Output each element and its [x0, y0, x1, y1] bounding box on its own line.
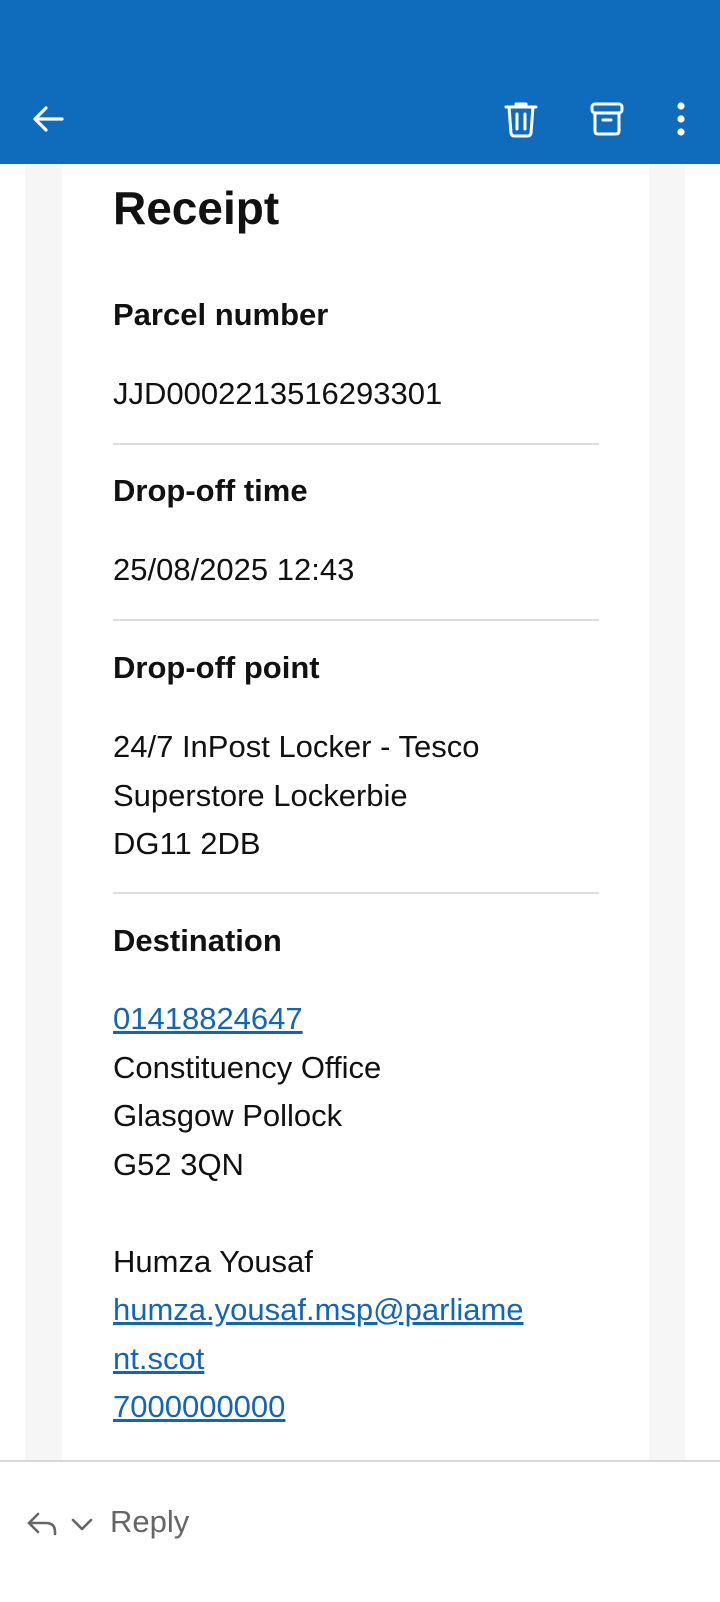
divider: [113, 619, 599, 621]
email-line: nt.scot: [113, 1340, 205, 1376]
address-line: Superstore Lockerbie: [113, 777, 408, 813]
more-vertical-icon: [677, 102, 685, 136]
archive-icon: [590, 102, 624, 136]
drop-off-time-value: 25/08/2025 12:43: [113, 552, 355, 587]
recipient-phone-link[interactable]: 7000000000: [113, 1383, 599, 1432]
receipt-title: Receipt: [113, 182, 280, 234]
delete-button[interactable]: [493, 91, 549, 147]
destination-phone-link[interactable]: 01418824647: [113, 995, 599, 1044]
message-body[interactable]: Receipt Parcel number JJD000221351629330…: [0, 164, 720, 1460]
parcel-number-value: JJD0002213516293301: [113, 376, 443, 411]
archive-button[interactable]: [579, 91, 635, 147]
parcel-number-label: Parcel number: [113, 297, 329, 332]
divider: [113, 892, 599, 894]
recipient-name: Humza Yousaf: [113, 1243, 313, 1279]
address-line: Glasgow Pollock: [113, 1098, 343, 1133]
reply-bar: Reply: [0, 1460, 720, 1602]
reply-button[interactable]: Reply: [110, 1502, 189, 1542]
destination-label: Destination: [113, 923, 282, 958]
trash-icon: [504, 102, 538, 138]
more-options-button[interactable]: [653, 91, 709, 147]
app-bar: [0, 0, 720, 164]
drop-off-point-label: Drop-off point: [113, 650, 320, 685]
chevron-down-icon[interactable]: [68, 1510, 96, 1538]
back-button[interactable]: [20, 91, 76, 147]
divider: [113, 443, 599, 445]
destination-value: 01418824647 Constituency Office Glasgow …: [113, 995, 599, 1432]
address-line: G52 3QN: [113, 1146, 244, 1182]
drop-off-point-value: 24/7 InPost Locker - Tesco Superstore Lo…: [113, 723, 599, 869]
address-line: 24/7 InPost Locker - Tesco: [113, 729, 480, 764]
arrow-left-icon: [33, 106, 64, 132]
address-line: DG11 2DB: [113, 826, 261, 861]
drop-off-time-label: Drop-off time: [113, 473, 308, 508]
recipient-email-link[interactable]: humza.yousaf.msp@parliame nt.scot: [113, 1286, 599, 1383]
reply-icon[interactable]: [24, 1506, 60, 1542]
address-line: Constituency Office: [113, 1049, 382, 1085]
email-line: humza.yousaf.msp@parliame: [113, 1292, 524, 1327]
